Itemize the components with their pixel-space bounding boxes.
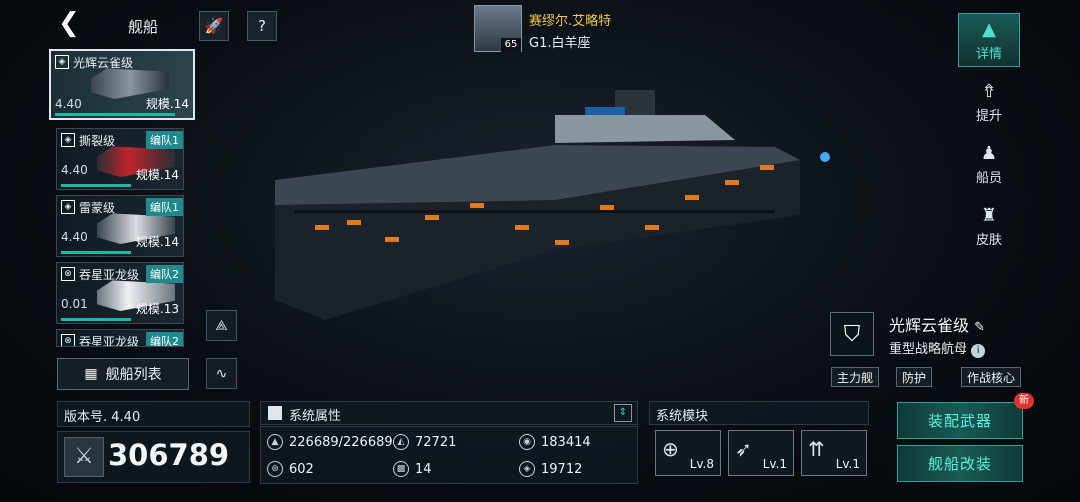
attr-speed: ⊛ 602 [267, 456, 314, 482]
ship-power: 0.01 [61, 297, 88, 311]
rockets-icon: ⇈ [808, 437, 825, 461]
wave-button[interactable]: ∿ [206, 358, 237, 389]
info-icon[interactable]: i [971, 344, 986, 358]
attributes-panel: ▲ 226689/226689 ◭ 72721 ◉ 183414 ⊛ 602 ▩ 14 ◈… [260, 426, 638, 484]
attributes-icon [268, 406, 282, 420]
shield-icon: ◈ [61, 200, 75, 214]
commander-name: 赛缪尔.艾略特 [529, 14, 612, 29]
checker-icon: ▩ [393, 461, 409, 477]
ship-scale: 规模.13 [135, 302, 179, 316]
hull-icon: ▲ [267, 434, 283, 450]
attr-shield: ◉ 183414 [519, 429, 591, 455]
nav-details[interactable]: ▲ 详情 [958, 13, 1020, 67]
page-title: 舰船 [128, 18, 159, 36]
module-rockets[interactable]: ⇈ Lv.1 [801, 430, 867, 476]
help-icon: ? [258, 17, 266, 35]
triangle-icon: ⟁ [215, 317, 228, 334]
target-icon: ⊗ [61, 267, 75, 281]
ship-name: 撕裂级 [79, 134, 116, 148]
version-label: 版本号. 4.40 [57, 401, 250, 427]
ship-name: 光辉云雀级 [73, 56, 134, 70]
formation-button[interactable]: ⟁ [206, 310, 237, 341]
ship-name: 吞星亚龙级 [79, 268, 140, 282]
details-icon: ▲ [982, 18, 996, 40]
skin-icon: ♜ [980, 204, 998, 226]
tag-main-ship: 主力舰 [831, 367, 880, 387]
combat-power-box: ⚔ 306789 [57, 431, 250, 483]
ship-class-icon: ⛉ [830, 312, 874, 356]
ship-scale: 规模.14 [135, 168, 179, 182]
crosshair-icon: ⊕ [662, 437, 679, 461]
speed-icon: ⊛ [267, 461, 283, 477]
ship-card[interactable]: ⊗ 吞星亚龙级 编队2 0.01 规模.13 [56, 262, 184, 324]
attr-range: ◈ 19712 [519, 456, 582, 482]
module-missile[interactable]: ➶ Lv.1 [728, 430, 794, 476]
fleet-badge: 编队2 [146, 265, 183, 283]
chevron-left-icon: ❮ [58, 8, 80, 38]
fleet-badge: 编队1 [146, 131, 183, 149]
equip-weapons-button[interactable]: 装配武器 [897, 402, 1023, 439]
ship-list-label: 舰船列表 [105, 367, 162, 383]
fleet-badge: 编队1 [146, 198, 183, 216]
nav-crew[interactable]: ♟ 船员 [958, 137, 1020, 191]
attributes-title: 系统属性 [289, 409, 342, 424]
missile-icon: ➶ [735, 437, 752, 461]
help-button[interactable]: ? [247, 11, 277, 41]
new-badge: 新 [1014, 393, 1034, 409]
wave-icon: ∿ [215, 365, 228, 382]
expand-toggle-icon[interactable]: ⇕ [614, 404, 632, 422]
ship-bar [61, 251, 131, 254]
range-icon: ◈ [519, 461, 535, 477]
ship-name: 吞星亚龙级 [79, 335, 140, 347]
upgrade-icon: ⇮ [981, 80, 997, 102]
crossed-swords-icon: ⚔ [64, 437, 104, 477]
combat-power: 306789 [108, 438, 230, 472]
grid-icon: ▦ [84, 366, 98, 382]
commander-constellation: G1.白羊座 [529, 36, 591, 51]
ship-bar [61, 318, 131, 321]
ship-list-button[interactable]: ▦ 舰船列表 [57, 358, 189, 390]
ship-card[interactable]: ◈ 雷蒙级 编队1 4.40 规模.14 [56, 195, 184, 257]
ship-card[interactable]: ◈ 光辉云雀级 4.40 规模.14 [49, 49, 195, 120]
back-button[interactable]: ❮ [58, 10, 84, 38]
armor-icon: ◭ [393, 434, 409, 450]
commander-level: 65 [501, 38, 521, 52]
modules-header: 系统模块 [649, 401, 869, 425]
modules-title: 系统模块 [656, 409, 709, 424]
tag-combat-core: 作战核心 [961, 367, 1022, 387]
ship-type: 重型战略航母 i [889, 338, 986, 358]
ship-tool-button[interactable]: 🚀 [199, 11, 229, 41]
crew-icon: ♟ [980, 142, 998, 164]
attr-hp: ▲ 226689/226689 [267, 429, 393, 455]
rocket-icon: 🚀 [204, 17, 224, 35]
tag-defense: 防护 [896, 367, 933, 387]
ship-card[interactable]: ◈ 撕裂级 编队1 4.40 规模.14 [56, 128, 184, 190]
ship-refit-button[interactable]: 舰船改装 [897, 445, 1023, 482]
shield-icon: ◈ [55, 55, 69, 69]
ship-name-title: 光辉云雀级 ✎ [889, 316, 986, 335]
ship-bar [61, 184, 131, 187]
ship-power: 4.40 [61, 230, 88, 244]
shield-icon: ◈ [61, 133, 75, 147]
module-radar[interactable]: ⊕ Lv.8 [655, 430, 721, 476]
fleet-badge: 编队2 [146, 332, 183, 346]
ship-model [275, 90, 830, 320]
ship-name: 雷蒙级 [79, 201, 116, 215]
ship-scale: 规模.14 [135, 235, 179, 249]
target-icon: ⊗ [61, 334, 75, 346]
ship-bar [55, 113, 175, 116]
nav-skin[interactable]: ♜ 皮肤 [958, 199, 1020, 253]
ship-card[interactable]: ⊗ 吞星亚龙级 编队2 [56, 329, 184, 347]
attr-armor: ◭ 72721 [393, 429, 456, 455]
ship-scale: 规模.14 [145, 97, 189, 111]
attributes-header: 系统属性 ⇕ [260, 401, 638, 425]
attr-evasion: ▩ 14 [393, 456, 432, 482]
ship-power: 4.40 [55, 97, 82, 111]
edit-icon[interactable]: ✎ [974, 320, 985, 335]
shield-icon: ◉ [519, 434, 535, 450]
nav-upgrade[interactable]: ⇮ 提升 [958, 75, 1020, 129]
ship-power: 4.40 [61, 163, 88, 177]
